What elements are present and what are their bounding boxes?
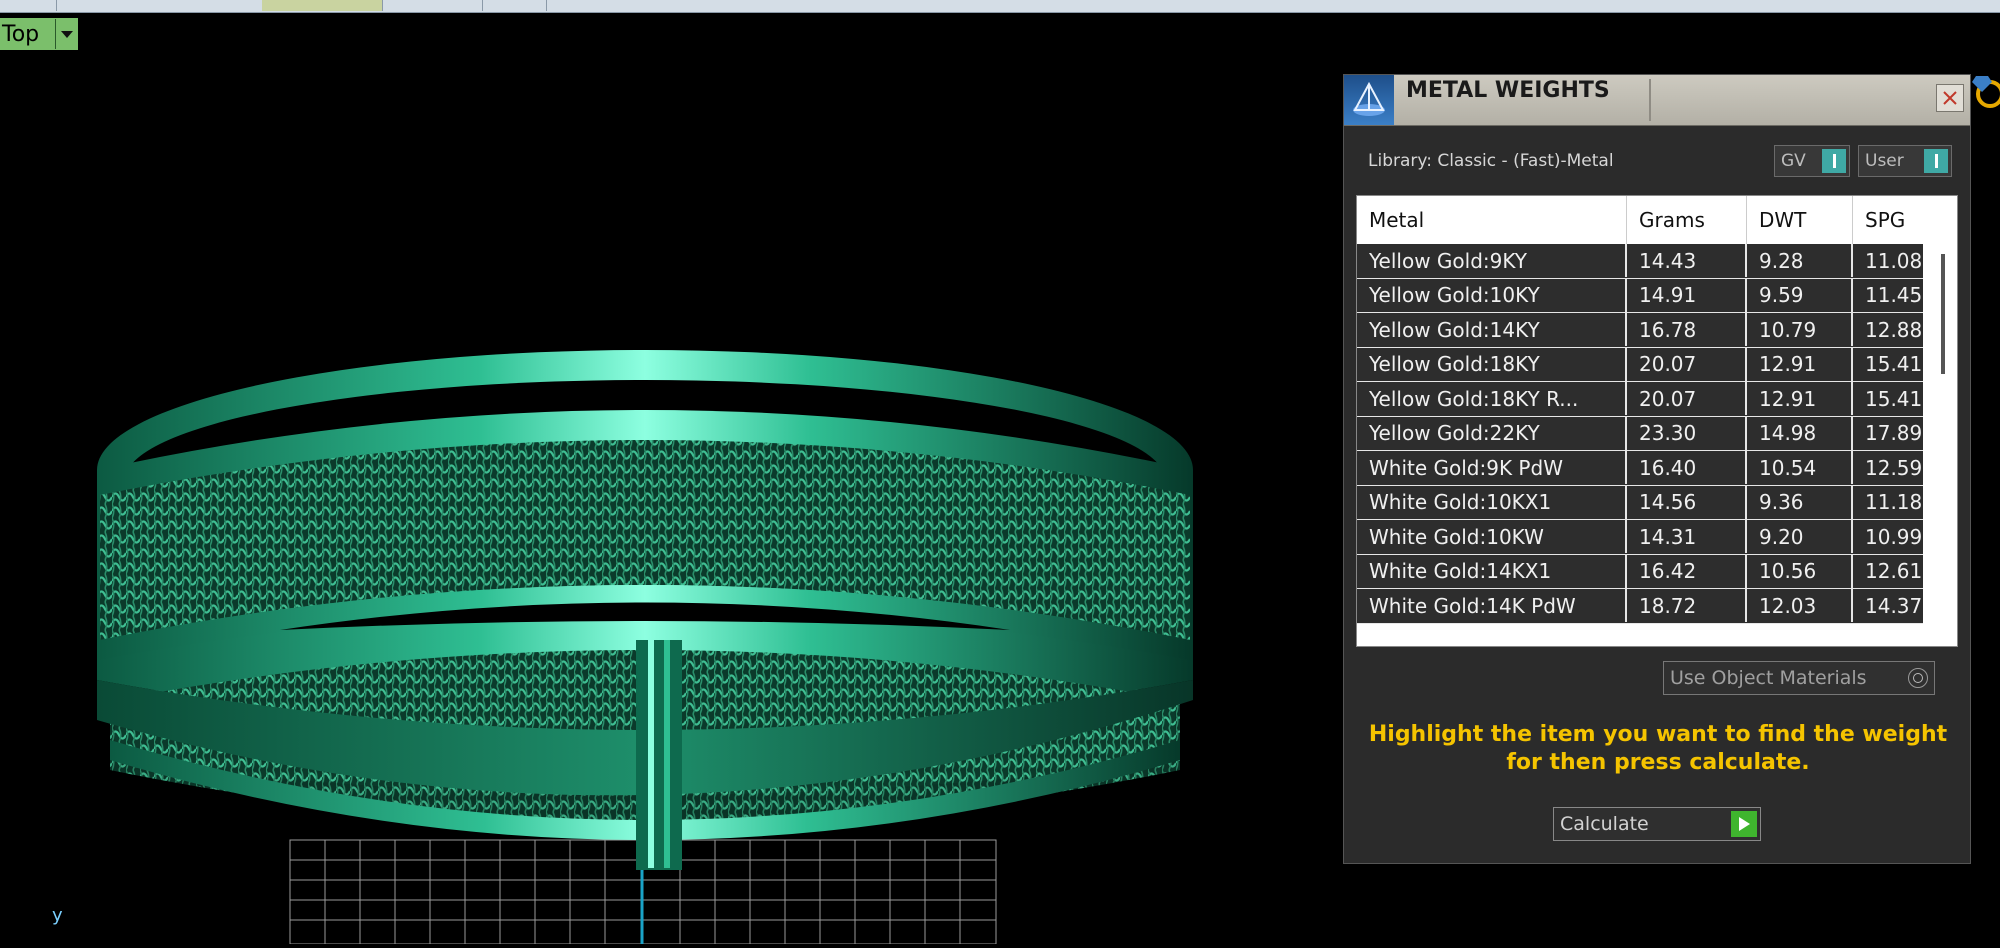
play-icon xyxy=(1731,811,1757,837)
gv-toggle[interactable]: GV xyxy=(1774,145,1850,177)
calculate-label: Calculate xyxy=(1560,813,1649,835)
table-row[interactable]: Yellow Gold:22KY 23.30 14.98 17.89 xyxy=(1357,416,1923,451)
tab-4[interactable] xyxy=(382,0,483,11)
metal-cell: Yellow Gold:14KY xyxy=(1357,313,1627,346)
grams-cell: 14.31 xyxy=(1627,520,1747,553)
grams-cell: 14.91 xyxy=(1627,278,1747,312)
column-header-grams[interactable]: Grams xyxy=(1627,196,1747,244)
y-axis-label: y xyxy=(52,905,63,926)
instruction-text: Highlight the item you want to find the … xyxy=(1368,722,1948,775)
toggle-switch-icon xyxy=(1924,149,1948,173)
dwt-cell: 9.20 xyxy=(1747,520,1853,553)
user-toggle[interactable]: User xyxy=(1858,145,1952,177)
table-row[interactable]: White Gold:10KX1 14.56 9.36 11.18 xyxy=(1357,485,1923,520)
gv-toggle-label: GV xyxy=(1781,151,1806,171)
tab-strip xyxy=(0,0,2000,13)
metal-cell: White Gold:9K PdW xyxy=(1357,451,1627,484)
spg-cell: 12.88 xyxy=(1865,317,1923,342)
radio-icon xyxy=(1908,668,1928,688)
grams-cell: 16.42 xyxy=(1627,554,1747,588)
table-body: Yellow Gold:9KY 14.43 9.28 11.08 Yellow … xyxy=(1357,244,1923,624)
table-row[interactable]: Yellow Gold:14KY 16.78 10.79 12.88 xyxy=(1357,313,1923,348)
spg-cell: 11.08 xyxy=(1865,248,1923,273)
dwt-cell: 14.98 xyxy=(1747,416,1853,450)
app-logo-icon xyxy=(1344,75,1394,125)
spg-cell: 11.45 xyxy=(1865,283,1923,307)
spg-cell: 12.61 xyxy=(1865,559,1923,583)
grams-cell: 16.40 xyxy=(1627,451,1747,484)
panel-title: METAL WEIGHTS xyxy=(1406,78,1610,103)
calculate-button[interactable]: Calculate xyxy=(1553,807,1761,841)
table-row[interactable]: White Gold:9K PdW 16.40 10.54 12.59 xyxy=(1357,451,1923,486)
spg-cell: 14.37 xyxy=(1865,593,1923,618)
tab-1[interactable] xyxy=(0,0,57,11)
gem-icon[interactable] xyxy=(1968,70,2000,114)
grams-cell: 14.56 xyxy=(1627,485,1747,519)
titlebar-divider xyxy=(1649,79,1651,121)
metal-cell: Yellow Gold:18KY xyxy=(1357,347,1627,381)
table-row[interactable]: Yellow Gold:10KY 14.91 9.59 11.45 xyxy=(1357,278,1923,313)
chevron-down-icon[interactable] xyxy=(55,19,78,49)
use-object-materials-label: Use Object Materials xyxy=(1670,667,1867,689)
table-row[interactable]: Yellow Gold:18KY 20.07 12.91 15.41 xyxy=(1357,347,1923,382)
dwt-cell: 10.54 xyxy=(1747,451,1853,484)
table-row[interactable]: White Gold:14KX1 16.42 10.56 12.61 xyxy=(1357,554,1923,589)
spg-cell: 17.89 xyxy=(1865,421,1923,445)
viewport-label[interactable]: Top xyxy=(0,18,78,50)
column-header-dwt[interactable]: DWT xyxy=(1747,196,1853,244)
table-header: Metal Grams DWT SPG xyxy=(1357,196,1923,244)
table-row[interactable]: Yellow Gold:18KY R... 20.07 12.91 15.41 xyxy=(1357,382,1923,417)
tab-3[interactable] xyxy=(262,0,383,11)
grams-cell: 16.78 xyxy=(1627,313,1747,346)
metal-table: Metal Grams DWT SPG Yellow Gold:9KY 14.4… xyxy=(1356,195,1958,647)
metal-cell: White Gold:10KW xyxy=(1357,520,1627,553)
column-header-spg[interactable]: SPG xyxy=(1853,196,1923,244)
dwt-cell: 9.59 xyxy=(1747,278,1853,312)
grams-cell: 23.30 xyxy=(1627,416,1747,450)
metal-cell: White Gold:10KX1 xyxy=(1357,485,1627,519)
grams-cell: 20.07 xyxy=(1627,347,1747,381)
panel-titlebar[interactable]: METAL WEIGHTS xyxy=(1344,75,1970,126)
spg-cell: 10.99 xyxy=(1865,524,1923,549)
use-object-materials-toggle[interactable]: Use Object Materials xyxy=(1663,661,1935,695)
dwt-cell: 12.91 xyxy=(1747,382,1853,415)
metal-cell: Yellow Gold:10KY xyxy=(1357,278,1627,312)
dwt-cell: 10.56 xyxy=(1747,554,1853,588)
grams-cell: 20.07 xyxy=(1627,382,1747,415)
vertical-scroll-thumb[interactable] xyxy=(1941,254,1945,374)
metal-weights-panel: METAL WEIGHTS Library: Classic - (Fast)-… xyxy=(1343,74,1971,864)
metal-cell: White Gold:14K PdW xyxy=(1357,589,1627,622)
table-row[interactable]: White Gold:14K PdW 18.72 12.03 14.37 xyxy=(1357,589,1923,624)
dwt-cell: 9.28 xyxy=(1747,244,1853,277)
table-row[interactable]: Yellow Gold:9KY 14.43 9.28 11.08 xyxy=(1357,244,1923,279)
spg-cell: 15.41 xyxy=(1865,386,1923,411)
user-toggle-label: User xyxy=(1865,151,1904,171)
metal-cell: Yellow Gold:9KY xyxy=(1357,244,1627,277)
dwt-cell: 12.03 xyxy=(1747,589,1853,622)
dwt-cell: 9.36 xyxy=(1747,485,1853,519)
spg-cell: 12.59 xyxy=(1865,455,1923,480)
metal-cell: White Gold:14KX1 xyxy=(1357,554,1627,588)
tab-2[interactable] xyxy=(56,0,263,11)
grams-cell: 14.43 xyxy=(1627,244,1747,277)
tab-5[interactable] xyxy=(482,0,547,11)
viewport-name: Top xyxy=(2,21,40,47)
column-header-metal[interactable]: Metal xyxy=(1357,196,1627,244)
table-row[interactable]: White Gold:10KW 14.31 9.20 10.99 xyxy=(1357,520,1923,555)
viewport-3d[interactable] xyxy=(0,50,1330,945)
metal-cell: Yellow Gold:18KY R... xyxy=(1357,382,1627,415)
spg-cell: 15.41 xyxy=(1865,352,1923,376)
library-label: Library: Classic - (Fast)-Metal xyxy=(1368,151,1614,171)
spg-cell: 11.18 xyxy=(1865,490,1923,514)
metal-cell: Yellow Gold:22KY xyxy=(1357,416,1627,450)
ring-render xyxy=(97,350,1193,945)
dwt-cell: 10.79 xyxy=(1747,313,1853,346)
table-vertical-scrollbar[interactable] xyxy=(1941,254,1947,594)
grams-cell: 18.72 xyxy=(1627,589,1747,622)
dwt-cell: 12.91 xyxy=(1747,347,1853,381)
toggle-switch-icon xyxy=(1822,149,1846,173)
close-icon[interactable] xyxy=(1936,84,1964,112)
